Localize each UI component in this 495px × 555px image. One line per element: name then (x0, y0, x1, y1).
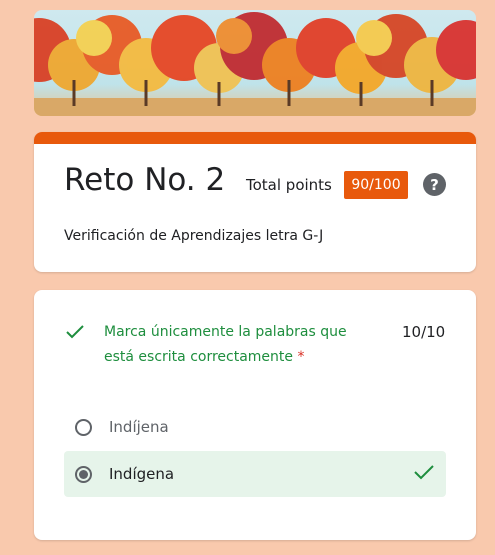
option-indijena[interactable]: Indíjena (64, 404, 446, 450)
correct-check-icon (414, 465, 434, 480)
question-points: 10/10 (402, 323, 446, 341)
required-asterisk: * (297, 349, 305, 365)
score-badge: 90/100 (344, 171, 408, 199)
help-icon[interactable]: ? (423, 173, 446, 196)
check-icon (66, 325, 84, 339)
form-header-card: Reto No. 2 Total points 90/100 ? Verific… (34, 132, 476, 272)
question-label: Marca únicamente la palabras que está es… (104, 324, 347, 365)
option-label: Indíjena (109, 418, 169, 436)
form-title: Reto No. 2 (64, 162, 226, 198)
form-description: Verificación de Aprendizajes letra G-J (64, 228, 324, 244)
question-card: Marca únicamente la palabras que está es… (34, 290, 476, 540)
question-text: Marca únicamente la palabras que está es… (104, 320, 374, 370)
header-banner-image (34, 10, 476, 116)
accent-bar (34, 132, 476, 144)
option-indigena[interactable]: Indígena (64, 451, 446, 497)
radio-button[interactable] (75, 418, 92, 436)
total-points-label: Total points (246, 176, 332, 194)
option-label: Indígena (109, 465, 175, 483)
radio-button-selected[interactable] (75, 465, 92, 483)
